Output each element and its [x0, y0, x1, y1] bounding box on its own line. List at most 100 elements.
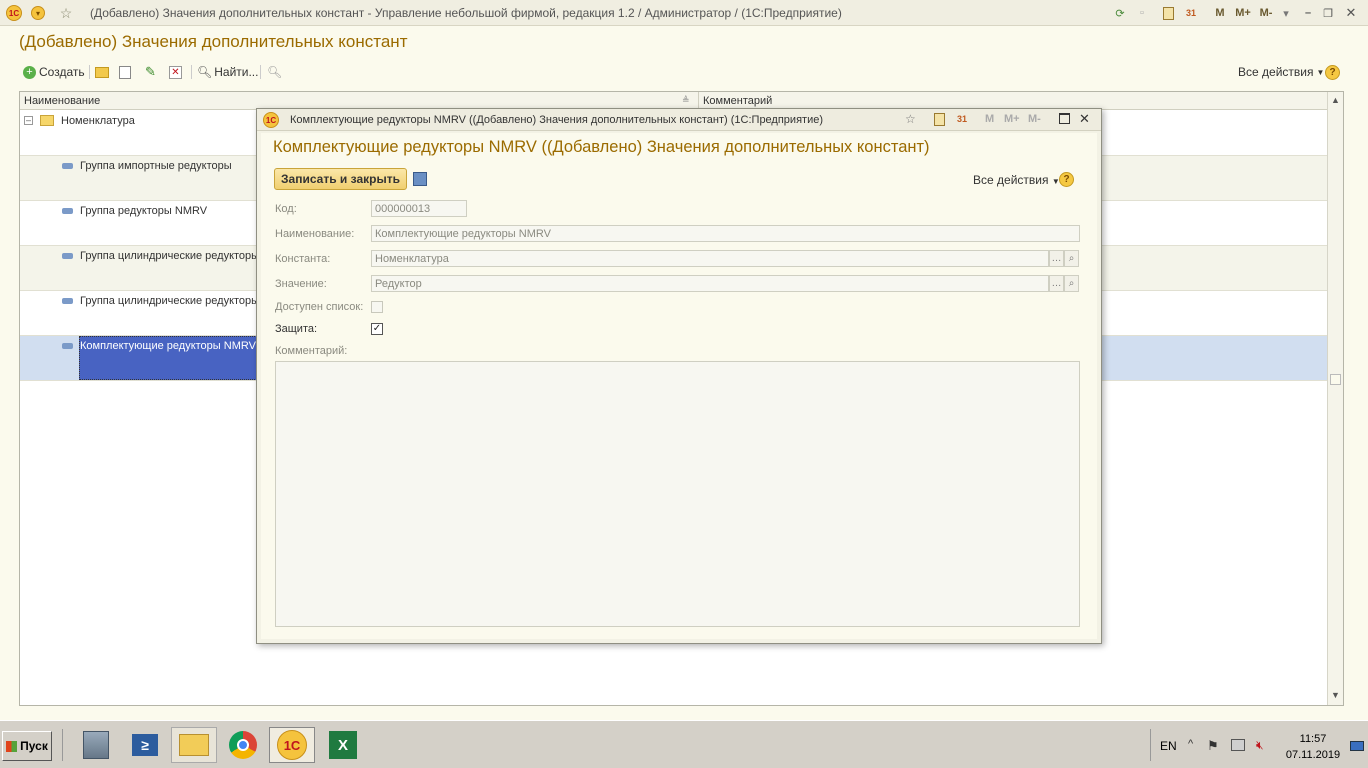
value-search-icon[interactable]: ⌕	[1064, 275, 1079, 292]
toolbar: + Создать ✎ ✕ 🔍︎ Найти... 🔍︎ Все действи…	[19, 62, 1349, 82]
all-actions-label: Все действия	[1238, 65, 1314, 79]
constant-select-button[interactable]: …	[1049, 250, 1064, 267]
start-button[interactable]: Пуск	[2, 731, 52, 761]
list-scrollbar[interactable]: ▲ ▼	[1327, 92, 1343, 705]
dialog-title: Комплектующие редукторы NMRV ((Добавлено…	[290, 114, 823, 126]
dialog-close-button[interactable]: ✕	[1079, 111, 1090, 127]
find-button[interactable]: 🔍︎ Найти...	[197, 62, 258, 82]
close-button[interactable]: ✕	[1343, 5, 1359, 21]
volume-muted-icon[interactable]: 🔇︎	[1256, 738, 1264, 753]
value-select-button[interactable]: …	[1049, 275, 1064, 292]
row-name: Группа импортные редукторы	[80, 160, 232, 172]
dialog-calculator-icon[interactable]	[934, 113, 945, 126]
row-name: Группа редукторы NMRV	[80, 205, 208, 217]
dialog-all-actions-menu[interactable]: Все действия ▼	[973, 173, 1060, 187]
constant-search-icon[interactable]: ⌕	[1064, 250, 1079, 267]
item-icon	[62, 253, 73, 259]
create-button[interactable]: + Создать	[23, 62, 85, 82]
dialog-all-actions-label: Все действия	[973, 173, 1049, 187]
comment-textarea[interactable]	[275, 361, 1080, 627]
more-icon[interactable]: ▾	[1278, 5, 1294, 21]
row-name: Комплектующие редукторы NMRV	[80, 340, 256, 352]
dialog-favorites-icon[interactable]: ☆	[905, 112, 916, 126]
item-icon	[62, 298, 73, 304]
scroll-thumb[interactable]	[1330, 374, 1341, 385]
sort-icon: ≜	[682, 95, 690, 105]
root-label: Номенклатура	[61, 115, 135, 127]
all-actions-menu[interactable]: Все действия ▼	[1238, 62, 1324, 82]
item-icon	[62, 163, 73, 169]
calendar-icon[interactable]: 31	[1183, 5, 1199, 21]
chrome-icon[interactable]	[220, 727, 266, 763]
protect-label: Защита:	[275, 323, 318, 335]
explorer-icon[interactable]	[171, 727, 217, 763]
value-field[interactable]: Редуктор	[371, 275, 1049, 292]
name-label: Наименование:	[275, 228, 355, 240]
history-icon[interactable]: ⟳	[1112, 5, 1128, 21]
code-label: Код:	[275, 203, 297, 215]
column-name-header[interactable]: Наименование	[24, 95, 100, 107]
scroll-down-icon[interactable]: ▼	[1331, 690, 1340, 700]
comment-label: Комментарий:	[275, 345, 348, 357]
dialog-titlebar: 1C Комплектующие редукторы NMRV ((Добавл…	[257, 109, 1101, 131]
windows-logo-icon	[6, 740, 18, 752]
folder-icon	[40, 115, 54, 126]
dialog-memory-mplus-button[interactable]: M+	[1004, 113, 1020, 125]
calculator-icon[interactable]	[1160, 5, 1176, 21]
flag-icon[interactable]: ⚑	[1207, 738, 1219, 754]
column-comment-header[interactable]: Комментарий	[703, 95, 772, 107]
memory-m-button[interactable]: M	[1210, 5, 1230, 21]
save-and-close-button[interactable]: Записать и закрыть	[274, 168, 407, 190]
cancel-search-icon[interactable]: 🔍︎	[267, 62, 282, 82]
constant-field[interactable]: Номенклатура	[371, 250, 1049, 267]
help-icon[interactable]: ?	[1325, 62, 1340, 82]
search-icon: 🔍︎	[197, 65, 213, 79]
dialog-heading: Комплектующие редукторы NMRV ((Добавлено…	[273, 138, 930, 156]
clock-time[interactable]: 11:57	[1283, 733, 1343, 745]
powershell-icon[interactable]: ≥	[122, 727, 168, 763]
item-dialog: 1C Комплектующие редукторы NMRV ((Добавл…	[256, 108, 1102, 644]
dialog-memory-mminus-button[interactable]: M-	[1028, 113, 1041, 125]
server-manager-icon[interactable]	[73, 727, 119, 763]
excel-icon[interactable]: X	[320, 727, 366, 763]
scroll-up-icon[interactable]: ▲	[1331, 95, 1340, 105]
window-title: (Добавлено) Значения дополнительных конс…	[90, 6, 842, 20]
memory-mplus-button[interactable]: M+	[1232, 5, 1254, 21]
page-title: (Добавлено) Значения дополнительных конс…	[19, 32, 408, 51]
main-menu-icon[interactable]: ▾	[30, 5, 46, 21]
plus-circle-icon: +	[23, 65, 36, 79]
collapse-icon[interactable]: –	[24, 116, 33, 125]
save-icon[interactable]	[413, 172, 427, 186]
clock-date[interactable]: 07.11.2019	[1283, 749, 1343, 761]
network-icon[interactable]	[1231, 739, 1245, 751]
copy-icon[interactable]	[119, 62, 131, 82]
row-name: Группа цилиндрические редукторы	[80, 295, 260, 307]
tray-expand-icon[interactable]: ^	[1188, 738, 1193, 750]
minimize-button[interactable]: –	[1300, 5, 1316, 21]
dialog-help-icon[interactable]: ?	[1059, 172, 1074, 187]
create-label: Создать	[39, 65, 85, 79]
find-label: Найти...	[214, 65, 259, 79]
protect-checkbox[interactable]: ✓	[371, 323, 383, 335]
show-desktop-icon[interactable]	[1350, 741, 1364, 751]
row-name: Группа цилиндрические редукторы	[80, 250, 260, 262]
memory-mminus-button[interactable]: M-	[1255, 5, 1277, 21]
dialog-body: Комплектующие редукторы NMRV ((Добавлено…	[261, 133, 1097, 639]
edit-pencil-icon[interactable]: ✎	[145, 62, 156, 82]
code-field[interactable]: 000000013	[371, 200, 467, 217]
restore-button[interactable]: ❐	[1320, 5, 1336, 21]
start-label: Пуск	[20, 739, 48, 753]
app-1c-icon[interactable]: 1C	[6, 5, 22, 21]
delete-mark-icon[interactable]: ✕	[169, 62, 182, 82]
list-available-checkbox[interactable]	[371, 301, 383, 313]
dialog-maximize-button[interactable]	[1059, 113, 1070, 124]
onec-taskbar-icon[interactable]: 1C	[269, 727, 315, 763]
dialog-memory-m-button[interactable]: M	[985, 113, 994, 125]
name-field[interactable]: Комплектующие редукторы NMRV	[371, 225, 1080, 242]
favorites-star-icon[interactable]: ☆	[58, 5, 74, 21]
language-indicator[interactable]: EN	[1160, 739, 1177, 753]
dialog-calendar-icon[interactable]: 31	[957, 114, 967, 124]
link-icon[interactable]: ▫	[1134, 5, 1150, 21]
window-titlebar: 1C ▾ ☆ (Добавлено) Значения дополнительн…	[0, 0, 1368, 26]
create-folder-icon[interactable]	[95, 62, 109, 82]
